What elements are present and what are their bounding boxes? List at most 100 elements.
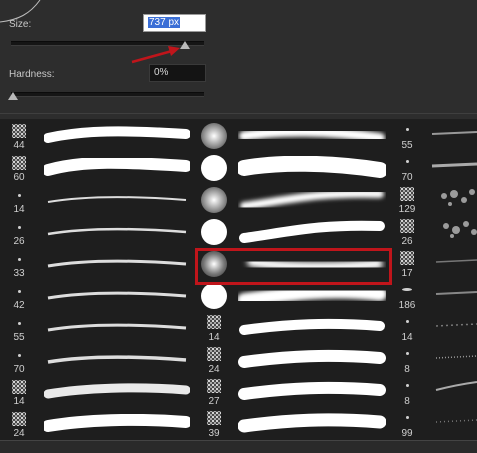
brush-stroke-preview[interactable] xyxy=(232,184,392,216)
brush-size-label: 17 xyxy=(401,268,413,279)
brush-stroke-preview[interactable] xyxy=(38,120,196,152)
brush-size-label: 60 xyxy=(13,172,25,183)
brush-stroke-preview[interactable] xyxy=(38,376,196,408)
brush-size-label: 8 xyxy=(404,396,410,407)
hardness-label: Hardness: xyxy=(9,69,55,80)
brush-tip-icon xyxy=(18,258,21,261)
brush-tip-icon xyxy=(18,290,21,293)
brush-preset[interactable]: 33 xyxy=(0,248,38,280)
brush-tip-icon xyxy=(18,354,21,357)
brush-stroke-preview[interactable] xyxy=(38,344,196,376)
brush-preset[interactable]: 17 xyxy=(392,248,422,280)
brush-preset[interactable] xyxy=(196,184,232,216)
brush-preset[interactable]: 24 xyxy=(196,344,232,376)
brush-column-2 xyxy=(38,120,196,440)
brush-preset[interactable]: 14 xyxy=(0,376,38,408)
brush-size-label: 33 xyxy=(13,268,25,279)
brush-tip-icon xyxy=(400,187,414,201)
brush-tip-icon xyxy=(18,194,21,197)
brush-size-label: 14 xyxy=(13,396,25,407)
brush-preset[interactable]: 60 xyxy=(0,152,38,184)
hard-round-brush-icon xyxy=(201,283,227,309)
brush-stroke-preview[interactable] xyxy=(232,152,392,184)
brush-size-label: 99 xyxy=(401,428,413,439)
brush-preset[interactable]: 42 xyxy=(0,280,38,312)
brush-preset[interactable] xyxy=(196,152,232,184)
brush-tip-icon xyxy=(12,124,26,138)
brush-tip-icon xyxy=(207,411,221,425)
brush-stroke-preview[interactable] xyxy=(232,216,392,248)
brush-size-label: 14 xyxy=(208,332,220,343)
brush-stroke-preview[interactable] xyxy=(232,312,392,344)
brush-preset[interactable]: 70 xyxy=(0,344,38,376)
brush-preset[interactable]: 55 xyxy=(0,312,38,344)
panel-divider xyxy=(0,113,477,114)
brush-stroke-preview[interactable] xyxy=(38,184,196,216)
brush-preset[interactable]: 14 xyxy=(196,312,232,344)
brush-tip-icon xyxy=(406,320,409,323)
brush-preset[interactable]: 24 xyxy=(0,408,38,440)
brush-preset[interactable]: 186 xyxy=(392,280,422,312)
soft-round-brush-icon xyxy=(201,187,227,213)
brush-tip-icon xyxy=(406,416,409,419)
brush-tip-icon xyxy=(400,251,414,265)
brush-size-label: 14 xyxy=(401,332,413,343)
brush-size-label: 39 xyxy=(208,428,220,439)
brush-tip-icon xyxy=(406,128,409,131)
brush-size-label: 26 xyxy=(401,236,413,247)
brush-tip-icon xyxy=(12,380,26,394)
brush-preset[interactable]: 129 xyxy=(392,184,422,216)
brush-column-6 xyxy=(422,120,477,440)
brush-tip-icon xyxy=(12,156,26,170)
brush-preset[interactable]: 26 xyxy=(0,216,38,248)
brush-size-label: 42 xyxy=(13,300,25,311)
brush-column-5: 55 70 129 26 17 186 14 8 8 99 xyxy=(392,120,422,440)
brush-tip-icon xyxy=(207,379,221,393)
brush-stroke-preview[interactable] xyxy=(38,312,196,344)
brush-column-1: 44 60 14 26 33 42 55 70 14 24 xyxy=(0,120,38,440)
brush-size-label: 14 xyxy=(13,204,25,215)
brush-preset[interactable]: 44 xyxy=(0,120,38,152)
brush-preset[interactable]: 39 xyxy=(196,408,232,440)
hardness-slider-track[interactable] xyxy=(11,92,204,97)
soft-round-brush-icon xyxy=(201,123,227,149)
brush-preset[interactable]: 99 xyxy=(392,408,422,440)
brush-stroke-preview[interactable] xyxy=(232,120,392,152)
red-arrow-icon xyxy=(131,46,180,64)
brush-preset[interactable]: 26 xyxy=(392,216,422,248)
brush-stroke-preview[interactable] xyxy=(38,248,196,280)
brush-stroke-preview[interactable] xyxy=(232,408,392,440)
brush-preset[interactable]: 8 xyxy=(392,376,422,408)
brush-preset[interactable] xyxy=(196,120,232,152)
brush-stroke-preview[interactable] xyxy=(38,280,196,312)
brush-size-label: 55 xyxy=(13,332,25,343)
brush-tip-icon xyxy=(207,347,221,361)
hard-round-brush-icon xyxy=(201,219,227,245)
brush-stroke-preview[interactable] xyxy=(232,344,392,376)
brush-size-label: 129 xyxy=(398,204,416,215)
brush-preset[interactable]: 14 xyxy=(392,312,422,344)
brush-preset[interactable]: 14 xyxy=(0,184,38,216)
brush-stroke-preview[interactable] xyxy=(232,376,392,408)
brush-tip-icon xyxy=(12,412,26,426)
brush-tip-icon xyxy=(402,288,412,291)
brush-stroke-preview[interactable] xyxy=(38,408,196,440)
brush-tip-icon xyxy=(406,352,409,355)
brush-stroke-preview[interactable] xyxy=(38,152,196,184)
brush-size-label: 186 xyxy=(398,300,416,311)
brush-size-label: 8 xyxy=(404,364,410,375)
brush-preset[interactable]: 70 xyxy=(392,152,422,184)
brush-size-label: 44 xyxy=(13,140,25,151)
hardness-slider-thumb[interactable] xyxy=(8,92,18,100)
hard-round-brush-icon xyxy=(201,155,227,181)
selected-brush-highlight xyxy=(195,248,392,285)
brush-size-label: 24 xyxy=(13,428,25,439)
brush-preset[interactable]: 27 xyxy=(196,376,232,408)
brush-options-panel: Size: 737 px Hardness: 0% xyxy=(0,0,477,119)
brush-tip-icon xyxy=(18,322,21,325)
brush-preset[interactable] xyxy=(196,216,232,248)
brush-preset[interactable]: 55 xyxy=(392,120,422,152)
brush-stroke-preview[interactable] xyxy=(38,216,196,248)
brush-preset[interactable]: 8 xyxy=(392,344,422,376)
hardness-input[interactable]: 0% xyxy=(149,64,206,82)
